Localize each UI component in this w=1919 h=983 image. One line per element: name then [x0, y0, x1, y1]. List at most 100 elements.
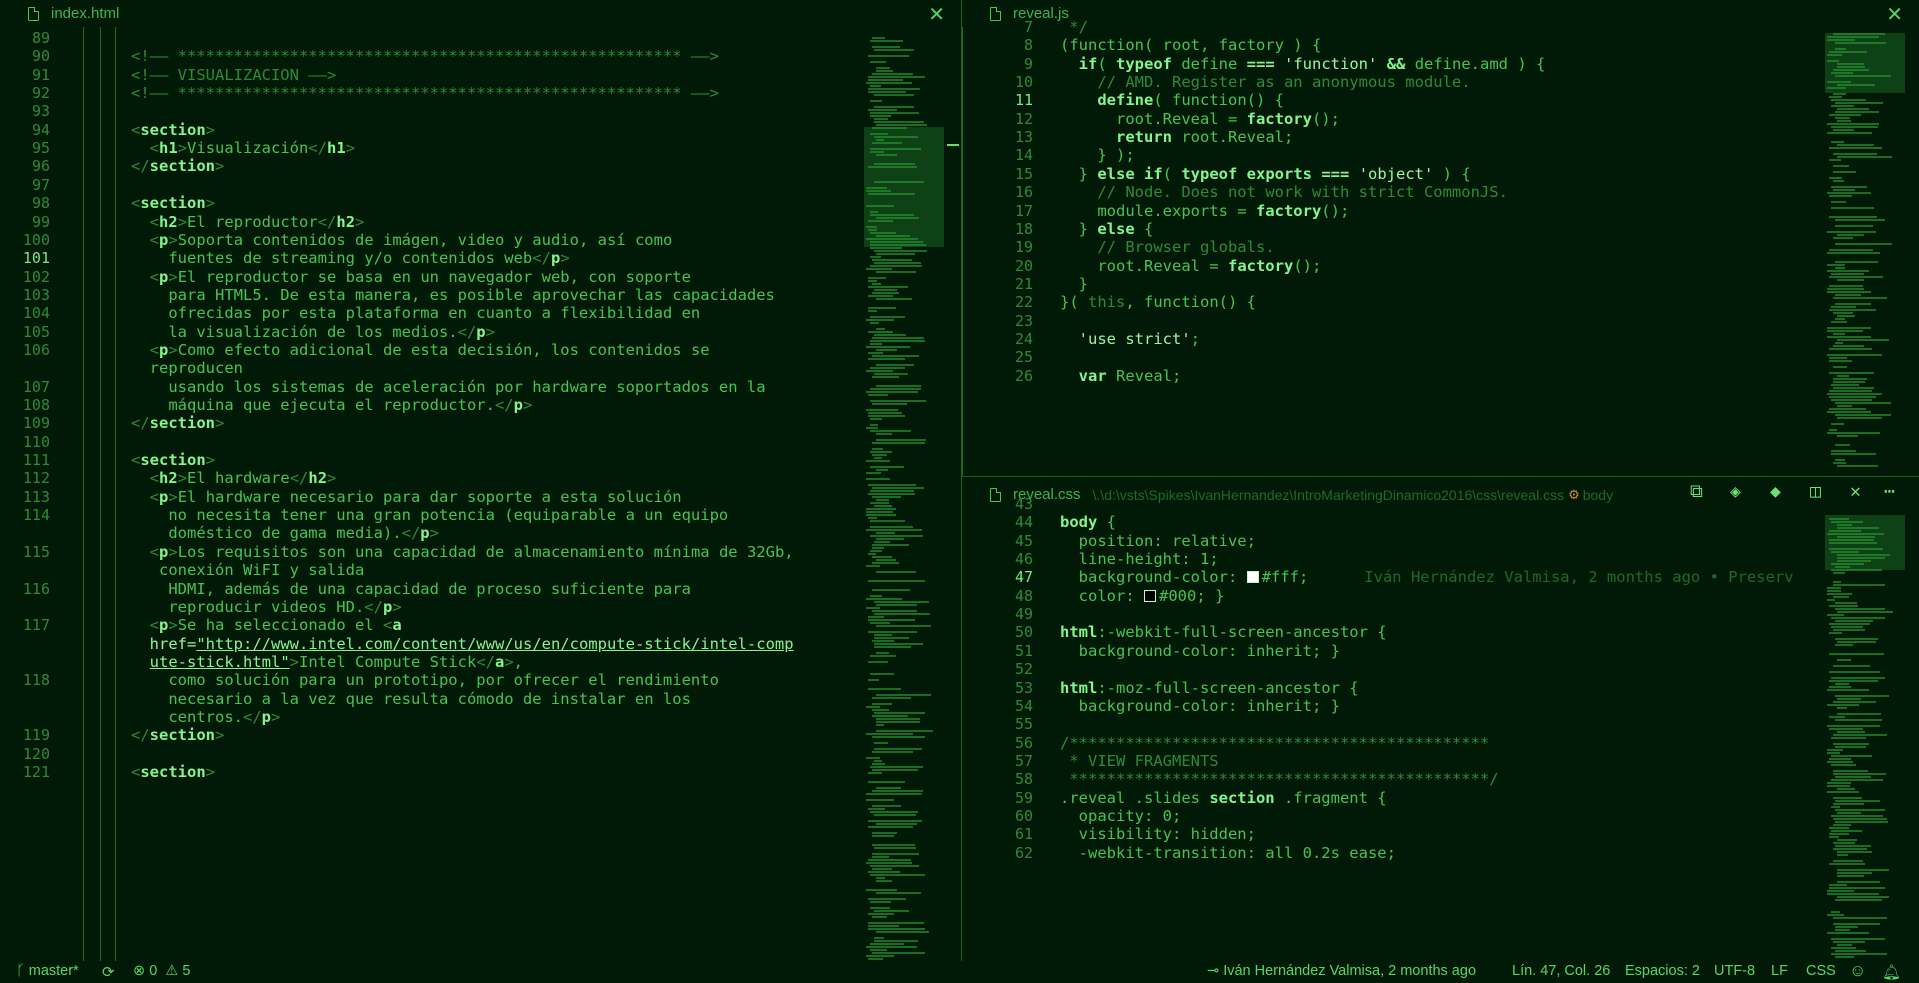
code-line[interactable]: if( typeof define === 'function' && defi… [1060, 55, 1546, 73]
minimap-slider[interactable] [1825, 33, 1905, 93]
notifications-icon[interactable]: 🔔︎ [1882, 963, 1901, 981]
code-line[interactable]: */ [1060, 18, 1088, 36]
close-icon[interactable]: ✕ [1850, 481, 1861, 502]
code-line[interactable]: ofrecidas por esta plataforma en cuanto … [131, 304, 700, 322]
code-line[interactable]: /***************************************… [1060, 734, 1489, 752]
code-line[interactable]: * VIEW FRAGMENTS [1060, 752, 1218, 770]
code-line[interactable]: } [1060, 275, 1088, 293]
code-line[interactable]: 'use strict'; [1060, 330, 1200, 348]
encoding[interactable]: UTF-8 [1714, 963, 1755, 979]
code-line[interactable]: reproducen [131, 359, 243, 377]
code-line[interactable]: para HTML5. De esta manera, es posible a… [131, 286, 775, 304]
code-line[interactable]: color: #000; } [1060, 587, 1225, 605]
code-area[interactable]: 43 44 body {45 position: relative; 46 line-… [962, 495, 1822, 961]
code-line[interactable]: no necesita tener una gran potencia (equ… [131, 506, 728, 524]
code-line[interactable]: <p>Los requisitos son una capacidad de a… [131, 543, 794, 561]
code-line[interactable]: <p>El hardware necesario para dar soport… [131, 488, 682, 506]
code-line[interactable]: necesario a la vez que resulta cómodo de… [131, 690, 691, 708]
code-line[interactable]: <p>Como efecto adicional de esta decisió… [131, 341, 710, 359]
breadcrumb[interactable]: \.\d:\vsts\Spikes\IvanHernandez\IntroMar… [1093, 487, 1565, 503]
code-line[interactable]: <h2>El reproductor</h2> [131, 213, 365, 231]
code-line[interactable]: <h2>El hardware</h2> [131, 469, 337, 487]
code-line[interactable]: <section> [131, 194, 215, 212]
git-icon[interactable]: ◆ [1770, 481, 1781, 502]
minimap-slider[interactable] [1825, 515, 1905, 570]
code-line[interactable]: (function( root, factory ) { [1060, 36, 1321, 54]
code-line[interactable]: root.Reveal = factory(); [1060, 110, 1340, 128]
code-line[interactable]: background-color: #fff; Iván Hernández V… [1060, 568, 1794, 586]
breadcrumb-symbol[interactable]: body [1583, 487, 1613, 503]
code-line[interactable]: // Browser globals. [1060, 238, 1274, 256]
code-line[interactable]: </section> [131, 414, 224, 432]
code-line[interactable]: root.Reveal = factory(); [1060, 257, 1321, 275]
code-line[interactable]: }( this, function() { [1060, 293, 1256, 311]
code-area[interactable]: 7 */ 8 (function( root, factory ) {9 if( t… [962, 18, 1822, 476]
more-icon[interactable]: ⋯ [1884, 481, 1895, 502]
editor-pane-left[interactable]: index.html ✕ 89 90 <!—— ******************… [0, 0, 961, 961]
compare-icon[interactable]: ⧉ [1690, 481, 1703, 502]
line-ending[interactable]: LF [1771, 963, 1788, 979]
code-line[interactable]: </section> [131, 726, 224, 744]
code-line[interactable]: <!—— VISUALIZACION ——> [131, 66, 336, 84]
tab-index-html[interactable]: index.html ✕ [0, 0, 961, 27]
code-line[interactable]: como solución para un prototipo, por ofr… [131, 671, 719, 689]
branch-indicator[interactable]: ᚴ master* [16, 963, 79, 979]
code-line[interactable]: <!—— ***********************************… [131, 47, 719, 65]
code-line[interactable]: conexión WiFI y salida [131, 561, 364, 579]
code-line[interactable]: html:-webkit-full-screen-ancestor { [1060, 623, 1387, 641]
code-area[interactable]: 89 90 <!—— *******************************… [0, 27, 860, 961]
code-line[interactable]: <section> [131, 121, 215, 139]
code-line[interactable]: la visualización de los medios.</p> [131, 323, 495, 341]
code-line[interactable]: <p>Se ha seleccionado el <a [131, 616, 402, 634]
code-line[interactable]: fuentes de streaming y/o contenidos web<… [131, 249, 569, 267]
tab-reveal-js[interactable]: reveal.js ✕ [962, 0, 1919, 27]
code-line[interactable]: line-height: 1; [1060, 550, 1219, 568]
code-line[interactable]: usando los sistemas de aceleración por h… [131, 378, 765, 396]
code-line[interactable]: centros.</p> [131, 708, 280, 726]
code-line[interactable]: -webkit-transition: all 0.2s ease; [1060, 844, 1396, 862]
code-line[interactable]: var Reveal; [1060, 367, 1182, 385]
code-line[interactable]: position: relative; [1060, 532, 1256, 550]
code-line[interactable]: HDMI, además de una capacidad de proceso… [131, 580, 691, 598]
close-icon[interactable]: ✕ [928, 2, 945, 27]
code-line[interactable]: <p>Soporta contenidos de imágen, video y… [131, 231, 673, 249]
code-line[interactable]: // Node. Does not work with strict Commo… [1060, 183, 1508, 201]
code-line[interactable]: background-color: inherit; } [1060, 697, 1340, 715]
code-line[interactable]: } else if( typeof exports === 'object' )… [1060, 165, 1471, 183]
code-line[interactable]: opacity: 0; [1060, 807, 1182, 825]
problems-indicator[interactable]: ⊗ 0 ⚠ 5 [133, 963, 190, 979]
code-line[interactable]: </section> [131, 157, 224, 175]
close-icon[interactable]: ✕ [1886, 2, 1903, 27]
code-line[interactable]: body { [1060, 513, 1116, 531]
code-line[interactable]: reproducir videos HD.</p> [131, 598, 401, 616]
code-line[interactable]: <section> [131, 451, 215, 469]
sync-icon[interactable]: ⟳ [102, 963, 115, 981]
code-line[interactable]: .reveal .slides section .fragment { [1060, 789, 1387, 807]
code-line[interactable]: <!—— ***********************************… [131, 84, 719, 102]
scrollbar[interactable] [947, 144, 959, 146]
code-line[interactable]: } else { [1060, 220, 1154, 238]
blame-indicator[interactable]: ⊸ Iván Hernández Valmisa, 2 months ago [1207, 963, 1476, 979]
minimap[interactable] [1825, 33, 1905, 476]
code-line[interactable]: <section> [131, 763, 215, 781]
editor-pane-top-right[interactable]: reveal.js ✕ 7 */ 8 (function( root, factor… [962, 0, 1919, 476]
cursor-position[interactable]: Lín. 47, Col. 26 [1512, 963, 1610, 979]
feedback-icon[interactable]: ☺ [1849, 961, 1866, 981]
editor-pane-bottom-right[interactable]: reveal.css \.\d:\vsts\Spikes\IvanHernand… [962, 477, 1919, 961]
code-line[interactable]: <p>El reproductor se basa en un navegado… [131, 268, 691, 286]
minimap[interactable] [864, 37, 944, 961]
code-line[interactable]: background-color: inherit; } [1060, 642, 1340, 660]
code-line[interactable]: doméstico de gama media).</p> [131, 524, 439, 542]
indentation[interactable]: Espacios: 2 [1625, 963, 1700, 979]
split-editor-icon[interactable]: ◫ [1810, 481, 1821, 502]
minimap[interactable] [1825, 515, 1905, 961]
code-line[interactable]: ute-stick.html">Intel Compute Stick</a>, [131, 653, 523, 671]
code-line[interactable]: html:-moz-full-screen-ancestor { [1060, 679, 1359, 697]
code-line[interactable]: <h1>Visualización</h1> [131, 139, 355, 157]
code-line[interactable]: // AMD. Register as an anonymous module. [1060, 73, 1470, 91]
code-line[interactable]: module.exports = factory(); [1060, 202, 1349, 220]
code-line[interactable]: define( function() { [1060, 91, 1284, 109]
language-mode[interactable]: CSS [1806, 963, 1836, 979]
code-line[interactable]: } ); [1060, 146, 1134, 164]
preview-icon[interactable]: ◈ [1730, 481, 1741, 502]
